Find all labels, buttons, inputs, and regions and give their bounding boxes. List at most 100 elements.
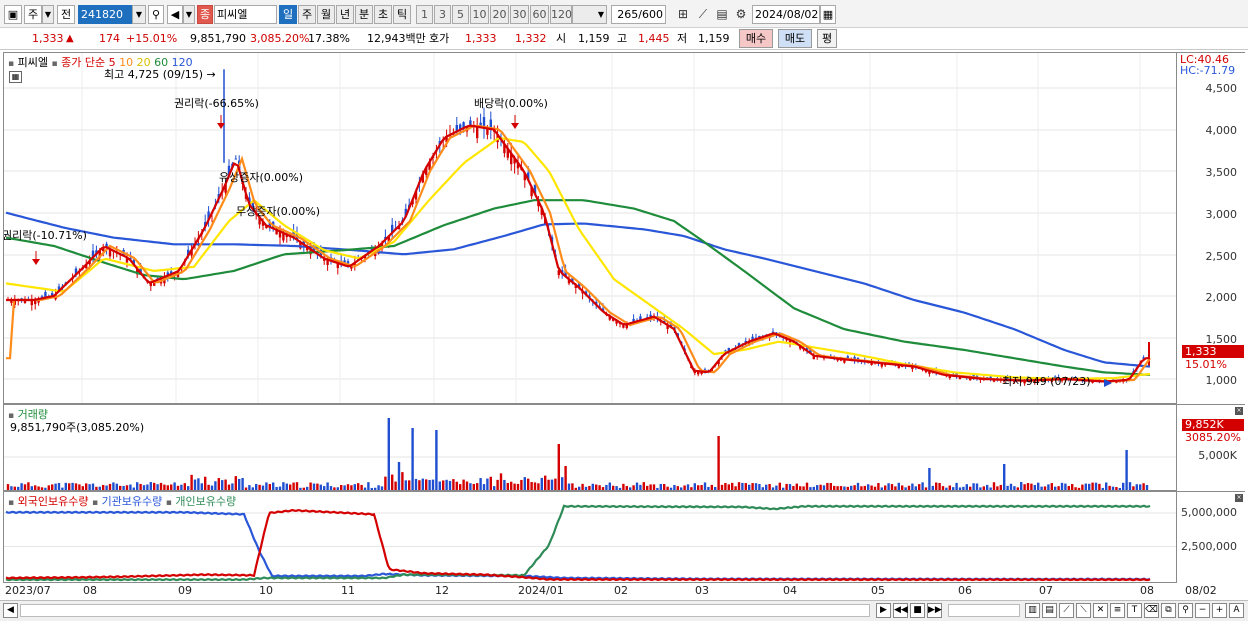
market-dropdown-icon[interactable]: ▼ [42,5,54,24]
scroll-left-icon[interactable]: ◀ [3,603,18,618]
fib-tool-icon[interactable]: ≡ [1110,603,1125,618]
prev-button[interactable]: 전 [57,5,75,24]
settings-icon[interactable]: ⚙ [733,6,749,22]
auto-scale-icon[interactable]: A [1229,603,1244,618]
buy-button[interactable]: 매수 [739,29,773,48]
erase-tool-icon[interactable]: ⌫ [1144,603,1159,618]
period-tab[interactable]: 초 [374,5,392,24]
eval-button[interactable]: 평 [817,29,837,48]
volume-bar [37,486,40,490]
stock-code-input[interactable]: 241820 [78,5,132,24]
volume-bar [578,486,581,490]
annotation-bonus-issue: 무상증자(0.00%) [236,205,321,218]
interval-tab[interactable]: 3 [434,5,451,24]
magnify-icon[interactable]: ⚲ [1178,603,1193,618]
volume-bar [1132,486,1135,490]
calendar-icon[interactable]: ▦ [820,5,836,24]
holders-panel[interactable]: ▪ 외국인보유수량 ▪ 기관보유수량 ▪ 개인보유수량 [3,491,1177,583]
volume-bar [231,483,234,490]
save-icon[interactable]: ▤ [714,6,730,22]
zoom-in-icon[interactable]: + [1212,603,1227,618]
volume-bar [176,485,180,490]
volume-bar [27,482,30,490]
count-input[interactable]: 265/600 [611,5,666,24]
price-change: 174 [99,32,120,45]
interval-tab[interactable]: 30 [510,5,529,24]
period-tab[interactable]: 년 [336,5,354,24]
volume-bar [720,484,724,490]
legend-individual: 개인보유수량 [175,495,237,508]
eval-label: 평 [821,32,833,45]
chart-style-icon[interactable]: ▤ [1042,603,1057,618]
zoom-slider[interactable] [948,604,1020,617]
search-icon[interactable]: ⚲ [148,5,164,24]
market-select[interactable]: 주 [24,5,42,24]
interval-tab[interactable]: 60 [530,5,549,24]
volume-bar [1054,486,1057,490]
speaker-icon[interactable]: ◀ [167,5,183,24]
trend-tool-icon[interactable]: ⟍ [1076,603,1091,618]
zoom-out-icon[interactable]: − [1195,603,1210,618]
rewind-icon[interactable]: ◀◀ [893,603,908,618]
crosshair-icon[interactable]: ⊞ [675,6,691,22]
volume-bar [64,482,67,490]
change-pct-tag: 15.01% [1185,358,1227,371]
x-axis-end-date: 08/02 [1185,584,1217,597]
interval-tab[interactable]: 10 [470,5,489,24]
cross-tool-icon[interactable]: ✕ [1093,603,1108,618]
period-tab[interactable]: 틱 [393,5,411,24]
volume-bar [1091,482,1094,490]
stock-code-value: 241820 [81,8,123,21]
scroll-track[interactable] [20,604,870,617]
stop-icon[interactable]: ■ [910,603,925,618]
volume-bar [1003,464,1006,490]
volume-bar [1128,482,1132,490]
quote-bar: 1,333 ▲ 174 +15.01% 9,851,790 3,085.20% … [0,28,1248,50]
copy-tool-icon[interactable]: ⧉ [1161,603,1176,618]
legend-stock-name: 피씨엘 [17,56,48,69]
volume-bar [258,484,261,490]
chart-type-icon[interactable]: ▥ [1025,603,1040,618]
volume-bar [377,485,380,490]
stock-name-field[interactable]: 피씨엘 [214,5,277,24]
interval-select[interactable]: ▼ [572,5,607,24]
volume-bar [1013,486,1016,490]
speaker-dropdown-icon[interactable]: ▼ [183,5,195,24]
window-menu-icon[interactable]: ▣ [4,5,22,24]
draw-line-icon[interactable]: ⟋ [695,6,711,22]
market-label: 주 [27,8,39,21]
scroll-right-icon[interactable]: ▶ [876,603,891,618]
period-tab[interactable]: 분 [355,5,373,24]
date-input[interactable]: 2024/08/02 [752,5,820,24]
draw-tool-icon[interactable]: ⟋ [1059,603,1074,618]
sell-button[interactable]: 매도 [778,29,812,48]
interval-tab[interactable]: 1 [416,5,433,24]
legend-dot-icon: ▪ [51,59,58,69]
period-tab[interactable]: 주 [298,5,316,24]
volume-bar [23,484,27,490]
individual-line [5,504,1151,582]
stock-type-label: 종 [199,8,211,21]
volume-bar [217,478,220,490]
period-tab[interactable]: 월 [317,5,335,24]
interval-tab[interactable]: 20 [490,5,509,24]
interval-tab[interactable]: 120 [550,5,572,24]
text-tool-icon[interactable]: T [1127,603,1142,618]
price-chart-panel[interactable]: ▪ 피씨엘 ▪ 종가 단순 5 10 20 60 120 ▦ 최고 4,725 … [3,52,1177,404]
close-icon[interactable]: × [1235,407,1243,415]
code-dropdown-icon[interactable]: ▼ [132,5,146,24]
close-icon[interactable]: × [1235,494,1243,502]
volume-bar [1067,485,1070,490]
period-tab[interactable]: 일 [279,5,297,24]
volume-panel[interactable]: ▪ 거래량 9,851,790주(3,085.20%) [3,404,1177,491]
volume-bar [1084,483,1087,490]
volume-bar [741,482,744,490]
interval-tab[interactable]: 5 [452,5,469,24]
table-grid-icon[interactable]: ▦ [9,71,22,83]
x-axis-label: 02 [614,584,628,597]
legend-dot-icon: ▪ [8,59,15,69]
volume-bar [1118,487,1121,490]
low-note-text: 최저 949 (07/23) [1002,375,1091,388]
volume-bar [489,476,492,490]
forward-icon[interactable]: ▶▶ [927,603,942,618]
